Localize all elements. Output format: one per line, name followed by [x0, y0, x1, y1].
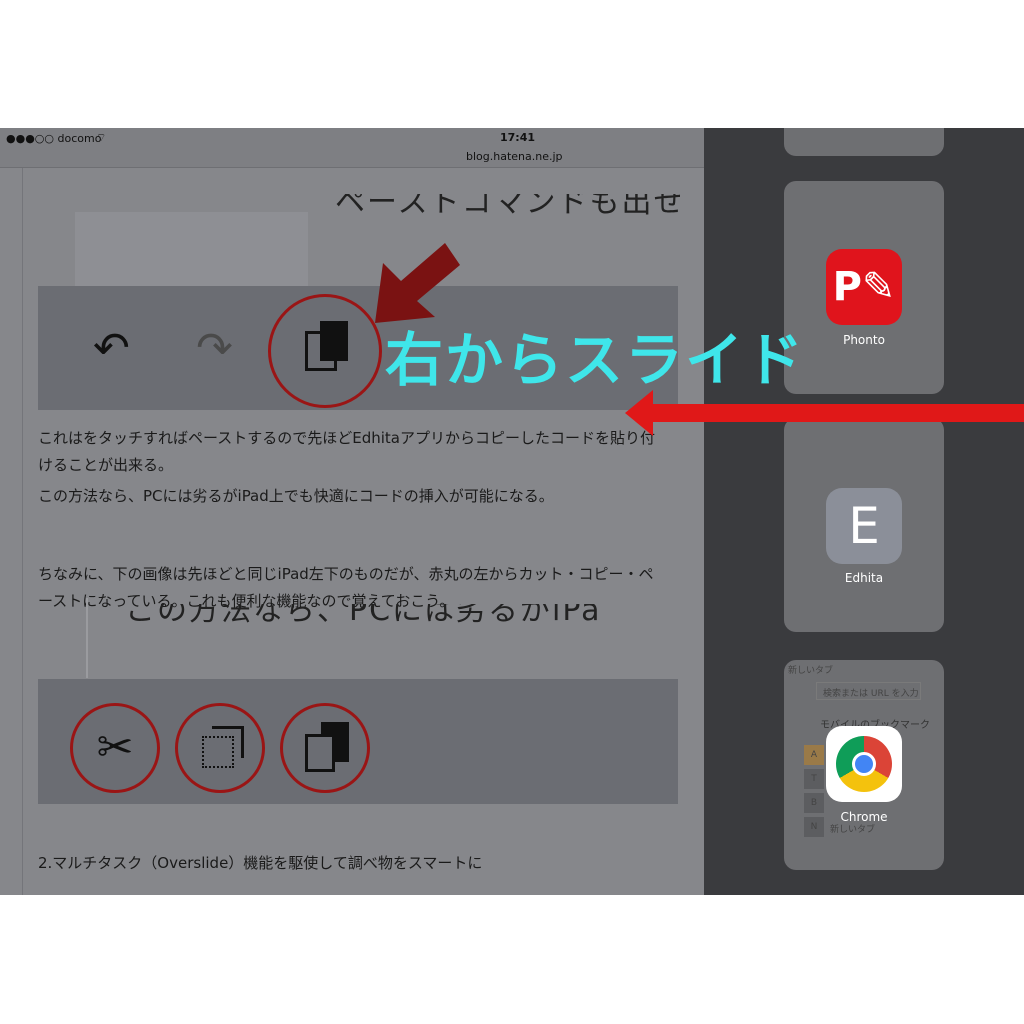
chrome-item: T: [804, 769, 824, 789]
safari-page: ●●●○○ docomo ⌔ 17:41 blog.hatena.ne.jp ペ…: [0, 128, 704, 895]
chrome-search: 検索または URL を入力: [816, 682, 921, 700]
app-card-top[interactable]: [784, 128, 944, 156]
phonto-icon[interactable]: P✎: [826, 249, 902, 325]
edhita-icon[interactable]: E: [826, 488, 902, 564]
edhita-label: Edhita: [844, 571, 884, 585]
chrome-icon[interactable]: [826, 726, 902, 802]
bg-text-mid: この方法なら、PCには劣るがiPa: [125, 604, 602, 628]
paragraph-1: これはをタッチすればペーストするので先ほどEdhitaアプリからコピーしたコード…: [38, 429, 656, 474]
wifi-icon: ⌔: [96, 131, 107, 144]
undo-icon[interactable]: ↶: [93, 323, 130, 374]
url-bar[interactable]: blog.hatena.ne.jp: [466, 150, 563, 163]
bg-text-top: ペーストコマンドも出せる: [335, 194, 680, 220]
divider: [22, 168, 23, 895]
chrome-label: Chrome: [840, 810, 888, 824]
chrome-item: A: [804, 745, 824, 765]
ipad-screenshot: ●●●○○ docomo ⌔ 17:41 blog.hatena.ne.jp ペ…: [0, 128, 1024, 895]
divider: [86, 598, 88, 678]
heading-2: 2.マルチタスク（Overslide）機能を駆使して調べ物をスマートに: [38, 854, 483, 872]
image-block: [75, 212, 308, 288]
phonto-label: Phonto: [843, 333, 885, 347]
redo-icon[interactable]: ↷: [196, 323, 233, 374]
copy-button[interactable]: [175, 703, 265, 793]
chrome-tab: 新しいタブ: [788, 666, 834, 676]
cut-button[interactable]: ✂: [70, 703, 160, 793]
paste-icon-inner: [320, 321, 348, 361]
carrier: ●●●○○ docomo: [6, 132, 102, 145]
status-bar: ●●●○○ docomo ⌔ 17:41 blog.hatena.ne.jp: [0, 128, 704, 168]
red-arrow-left-icon: [625, 390, 1024, 436]
slide-annotation: 右からスライド: [385, 326, 806, 394]
paste-button[interactable]: [280, 703, 370, 793]
clock: 17:41: [500, 131, 536, 144]
paragraph-2: この方法なら、PCには劣るがiPad上でも快適にコードの挿入が可能になる。: [38, 487, 554, 505]
